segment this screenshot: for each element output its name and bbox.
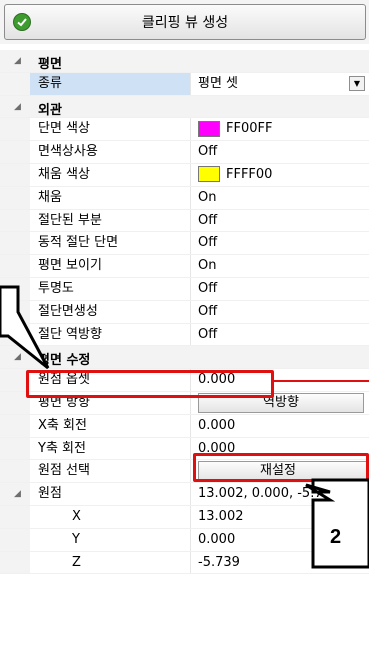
callout-box-2 <box>305 478 369 569</box>
callout-arrow-left <box>0 285 50 370</box>
callout-shapes <box>0 285 369 569</box>
callout-number: 2 <box>330 526 342 548</box>
